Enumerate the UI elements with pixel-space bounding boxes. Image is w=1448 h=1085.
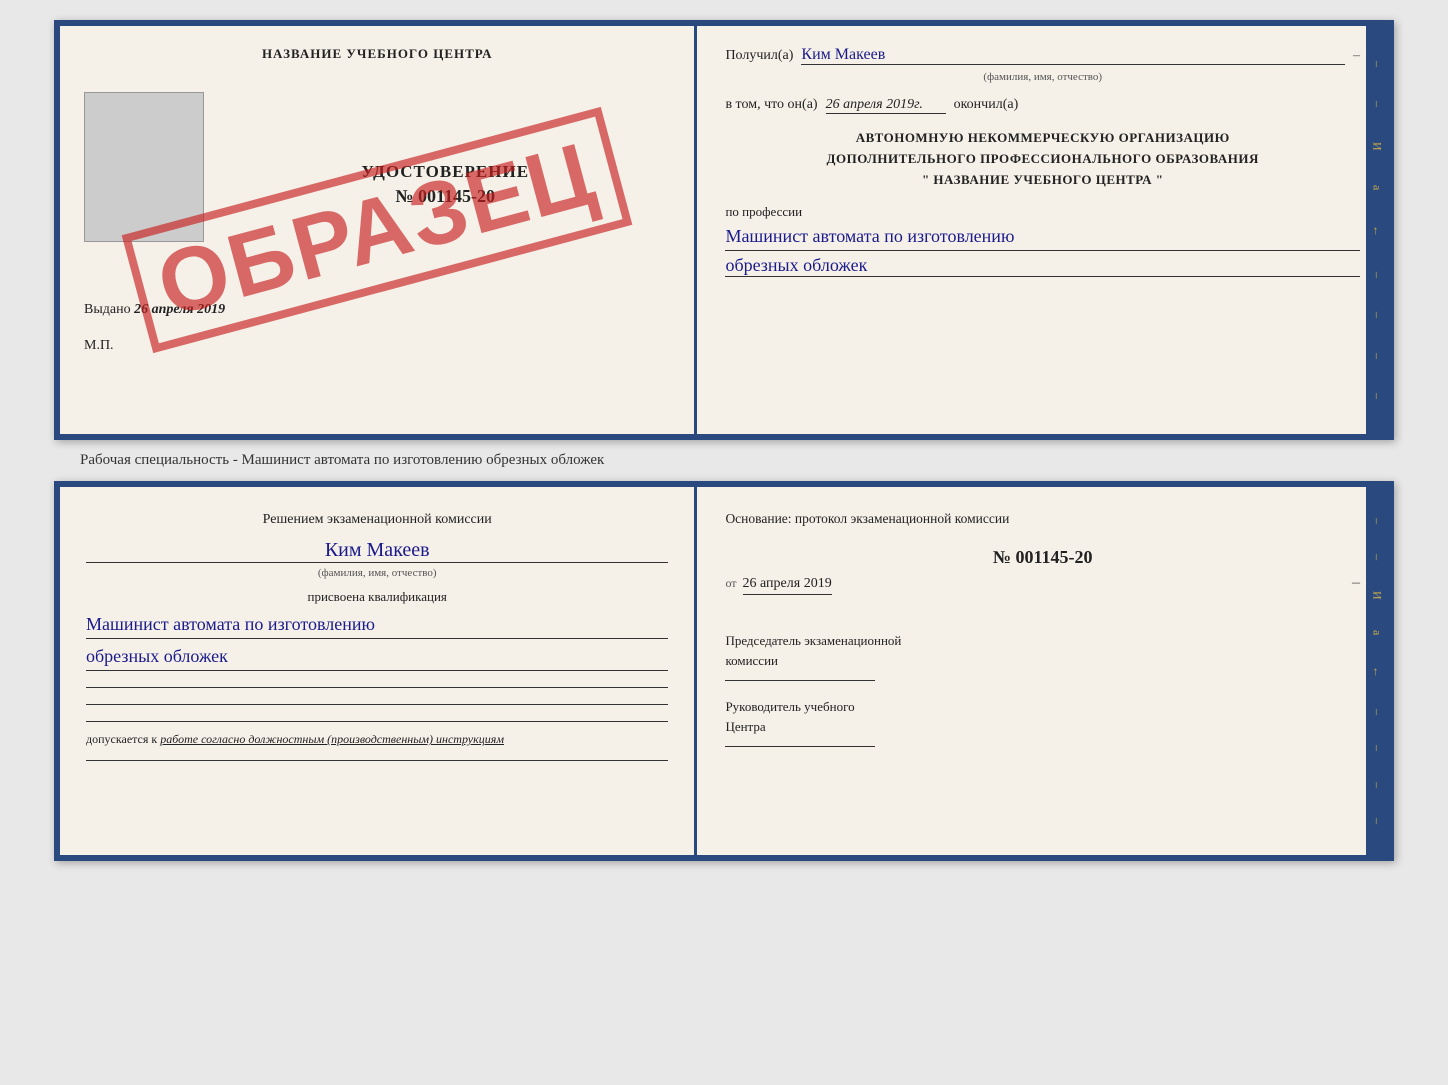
okonchil-label: окончил(а) xyxy=(954,97,1019,113)
vtom-block: в том, что он(а) 26 апреля 2019г. окончи… xyxy=(725,97,1360,114)
edge-dash-1: – xyxy=(1369,61,1384,67)
separator-text: Рабочая специальность - Машинист автомат… xyxy=(20,452,604,469)
vtom-date: 26 апреля 2019г. xyxy=(826,97,946,114)
bottom-line-3 xyxy=(86,721,668,722)
poluchil-sublabel: (фамилия, имя, отчество) xyxy=(725,71,1360,83)
bottom-right-edge-decoration: – – И а ← – – – – xyxy=(1366,487,1388,855)
bottom-certificate: Решением экзаменационной комиссии Ким Ма… xyxy=(54,481,1394,861)
dash-right-1: – xyxy=(1352,574,1360,592)
bottom-edge-dash-и: И xyxy=(1369,591,1384,600)
edge-dash-5: – xyxy=(1369,312,1384,318)
bottom-edge-dash-2: – xyxy=(1369,554,1384,560)
cert-mp: М.П. xyxy=(84,338,670,354)
bottom-name-sublabel: (фамилия, имя, отчество) xyxy=(86,567,668,579)
dash1: – xyxy=(1353,48,1360,64)
edge-dash-3: ← xyxy=(1369,225,1384,237)
bottom-line-1 xyxy=(86,687,668,688)
bottom-edge-dash-3: ← xyxy=(1369,666,1384,678)
edge-dash-4: – xyxy=(1369,272,1384,278)
rukovoditel-label: Руководитель учебного xyxy=(725,699,854,714)
dopusk-block: допускается к работе согласно должностны… xyxy=(86,730,668,748)
vtom-line: в том, что он(а) 26 апреля 2019г. окончи… xyxy=(725,97,1360,114)
bottom-edge-dash-а: а xyxy=(1369,630,1384,635)
cert-vydano-date: 26 апреля 2019 xyxy=(134,302,225,317)
edge-dash-2: – xyxy=(1369,101,1384,107)
vtom-label: в том, что он(а) xyxy=(725,97,817,113)
dopusk-value: работе согласно должностным (производств… xyxy=(160,732,504,746)
top-certificate: НАЗВАНИЕ УЧЕБНОГО ЦЕНТРА УДОСТОВЕРЕНИЕ №… xyxy=(54,20,1394,440)
osnovanie-label: Основание: протокол экзаменационной коми… xyxy=(725,509,1360,529)
cert-vydano-label: Выдано xyxy=(84,302,131,317)
bottom-edge-dash-1: – xyxy=(1369,518,1384,524)
cert-right-panel: Получил(а) Ким Макеев – (фамилия, имя, о… xyxy=(697,26,1388,434)
rukovoditel-block: Руководитель учебного Центра xyxy=(725,697,1360,736)
cert-bottom-right-panel: Основание: протокол экзаменационной коми… xyxy=(697,487,1388,855)
edge-dash-7: – xyxy=(1369,393,1384,399)
predsedatel-sig-line xyxy=(725,680,875,681)
protocol-date: 26 апреля 2019 xyxy=(743,576,832,595)
right-edge-decoration: – – И а ← – – – – xyxy=(1366,26,1388,434)
bottom-edge-dash-7: – xyxy=(1369,818,1384,824)
poluchil-value: Ким Макеев xyxy=(801,46,1345,65)
bottom-title: Решением экзаменационной комиссии xyxy=(86,509,668,531)
bottom-name: Ким Макеев xyxy=(86,539,668,563)
bottom-edge-dash-6: – xyxy=(1369,782,1384,788)
cert-number: № 001145-20 xyxy=(220,186,670,207)
rukovoditel-sig-line xyxy=(725,746,875,747)
bottom-edge-dash-5: – xyxy=(1369,745,1384,751)
professiya-label: по профессии xyxy=(725,204,1360,220)
org-line2: ДОПОЛНИТЕЛЬНОГО ПРОФЕССИОНАЛЬНОГО ОБРАЗО… xyxy=(725,149,1360,170)
qual-value2: обрезных обложек xyxy=(86,643,668,671)
poluchil-line: Получил(а) Ким Макеев – xyxy=(725,46,1360,65)
edge-dash-а: а xyxy=(1369,185,1384,190)
cert-bottom-left-panel: Решением экзаменационной комиссии Ким Ма… xyxy=(60,487,697,855)
bottom-line-4 xyxy=(86,760,668,761)
predsedatel-label2: комиссии xyxy=(725,653,778,668)
predsedatel-block: Председатель экзаменационной комиссии xyxy=(725,631,1360,670)
cert-left-panel: НАЗВАНИЕ УЧЕБНОГО ЦЕНТРА УДОСТОВЕРЕНИЕ №… xyxy=(60,26,697,434)
protocol-num: № 001145-20 xyxy=(725,547,1360,568)
rukovoditel-label2: Центра xyxy=(725,719,765,734)
document-container: НАЗВАНИЕ УЧЕБНОГО ЦЕНТРА УДОСТОВЕРЕНИЕ №… xyxy=(20,20,1428,861)
bottom-line-2 xyxy=(86,704,668,705)
org-block: АВТОНОМНУЮ НЕКОММЕРЧЕСКУЮ ОРГАНИЗАЦИЮ ДО… xyxy=(725,128,1360,190)
qual-value1: Машинист автомата по изготовлению xyxy=(86,611,668,639)
professiya-value1: Машинист автомата по изготовлению xyxy=(725,224,1360,250)
assigned-label: присвоена квалификация xyxy=(86,589,668,605)
ot-label: от xyxy=(725,576,736,591)
dopusk-label: допускается к xyxy=(86,732,157,746)
protocol-date-block: от 26 апреля 2019 – xyxy=(725,574,1360,613)
cert-school-title: НАЗВАНИЕ УЧЕБНОГО ЦЕНТРА xyxy=(84,46,670,62)
poluchil-label: Получил(а) xyxy=(725,48,793,64)
org-line1: АВТОНОМНУЮ НЕКОММЕРЧЕСКУЮ ОРГАНИЗАЦИЮ xyxy=(725,128,1360,149)
professiya-value2: обрезных обложек xyxy=(725,255,1360,277)
bottom-edge-dash-4: – xyxy=(1369,709,1384,715)
org-line3: " НАЗВАНИЕ УЧЕБНОГО ЦЕНТРА " xyxy=(725,170,1360,191)
predsedatel-label: Председатель экзаменационной xyxy=(725,633,901,648)
edge-dash-6: – xyxy=(1369,353,1384,359)
edge-dash-и: И xyxy=(1369,142,1384,151)
cert-type-label: УДОСТОВЕРЕНИЕ xyxy=(220,162,670,182)
cert-photo-placeholder xyxy=(84,92,204,242)
cert-vydano-block: Выдано 26 апреля 2019 xyxy=(84,302,670,318)
